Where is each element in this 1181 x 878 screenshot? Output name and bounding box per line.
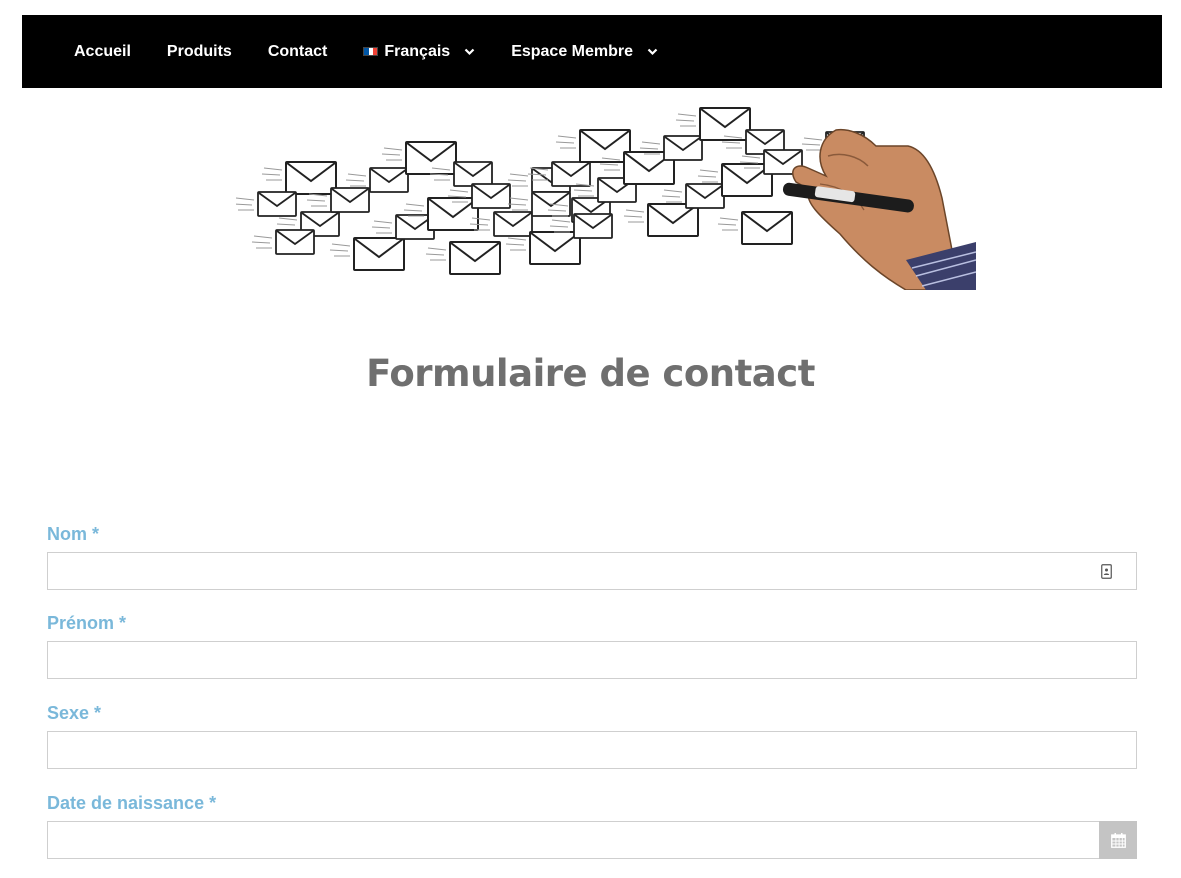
nav-item-language[interactable]: Français <box>363 43 475 61</box>
calendar-button[interactable] <box>1099 821 1137 859</box>
language-label: Français <box>384 42 451 60</box>
nav-item-label: Produits <box>166 42 232 60</box>
sexe-field-wrapper <box>47 731 1137 769</box>
nav-item-label: Espace Membre <box>511 42 634 60</box>
nom-input[interactable] <box>48 553 1136 589</box>
envelopes-hand-illustration <box>236 107 976 290</box>
prenom-label: Prénom * <box>47 613 127 633</box>
writing-hand <box>782 128 976 290</box>
prenom-input[interactable] <box>48 642 1136 678</box>
sexe-label: Sexe * <box>47 703 102 723</box>
nav-item-espace-membre[interactable]: Espace Membre <box>511 43 658 61</box>
chevron-down-icon <box>464 48 475 56</box>
date-naissance-input[interactable] <box>48 822 1136 858</box>
envelope-cluster <box>236 107 865 275</box>
contact-card-icon[interactable] <box>1101 564 1112 584</box>
nav-item-accueil[interactable]: Accueil <box>74 43 131 61</box>
nav-item-label: Contact <box>267 42 328 60</box>
sexe-input[interactable] <box>48 732 1136 768</box>
date-naissance-field-wrapper <box>47 821 1137 859</box>
french-flag-icon <box>363 47 379 56</box>
nav-item-label: Accueil <box>74 42 131 60</box>
nav-item-contact[interactable]: Contact <box>268 43 328 61</box>
date-naissance-label: Date de naissance * <box>47 793 217 813</box>
page-title: Formulaire de contact <box>366 352 815 395</box>
top-navigation: Accueil Produits Contact Français Espace… <box>22 15 1162 88</box>
nom-field-wrapper <box>47 552 1137 590</box>
chevron-down-icon <box>647 48 658 56</box>
nom-label: Nom * <box>47 524 100 544</box>
calendar-icon <box>1110 832 1126 848</box>
nav-item-produits[interactable]: Produits <box>167 43 232 61</box>
prenom-field-wrapper <box>47 641 1137 679</box>
